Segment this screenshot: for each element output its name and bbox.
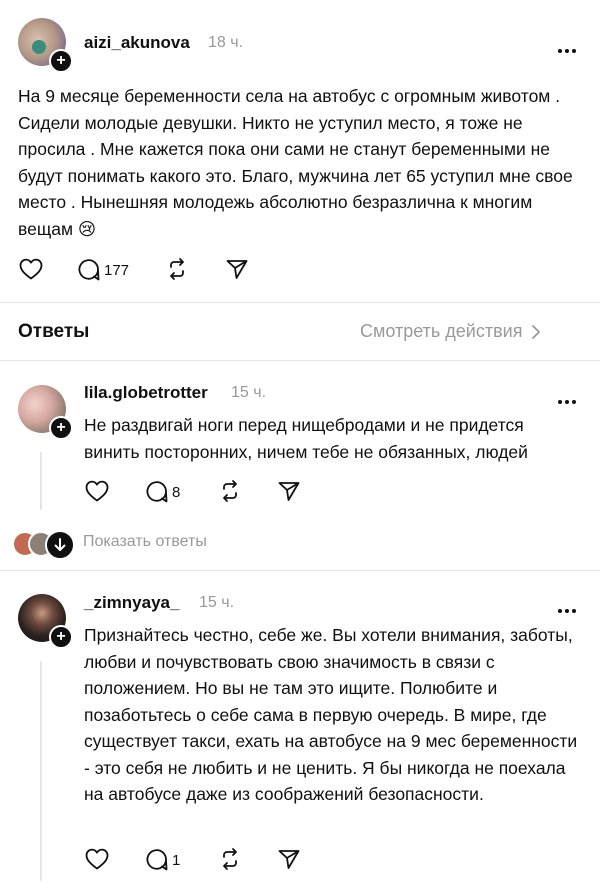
comment-icon	[146, 849, 168, 871]
reply-button[interactable]: 8	[145, 480, 180, 504]
reply-count: 177	[104, 261, 130, 279]
reply-time: 15 ч.	[231, 384, 267, 401]
replies-title: Ответы	[18, 321, 90, 342]
share-button[interactable]	[225, 257, 249, 281]
send-icon	[278, 850, 300, 869]
show-replies-label: Показать ответы	[83, 533, 207, 550]
divider	[0, 570, 600, 571]
reply-username[interactable]: lila.globetrotter	[84, 383, 208, 403]
comment-icon	[78, 259, 100, 281]
chevron-right-icon	[532, 324, 541, 339]
reply-username[interactable]: _zimnyaya_	[84, 593, 179, 613]
repost-button[interactable]	[218, 847, 242, 871]
heart-icon	[85, 480, 109, 502]
post-time: 18 ч.	[208, 34, 244, 51]
comment-icon	[146, 481, 168, 503]
more-options-icon[interactable]	[558, 600, 580, 613]
more-options-icon[interactable]	[558, 391, 580, 404]
follow-plus-icon[interactable]: +	[49, 416, 73, 440]
post-username[interactable]: aizi_akunova	[84, 33, 190, 53]
reply-count: 1	[172, 851, 181, 869]
heart-icon	[85, 848, 109, 870]
arrow-down-icon	[45, 530, 75, 560]
like-button[interactable]	[85, 480, 109, 502]
follow-plus-icon[interactable]: +	[49, 625, 73, 649]
reply-text: Не раздвигай ноги перед нищебродами и не…	[84, 415, 528, 462]
view-actions-link[interactable]: Смотреть действия	[360, 321, 542, 342]
reply-count: 8	[172, 483, 181, 501]
reply-text: Признайтесь честно, себе же. Вы хотели в…	[84, 625, 578, 804]
like-button[interactable]	[19, 258, 43, 280]
heart-icon	[19, 258, 43, 280]
follow-plus-icon[interactable]: +	[49, 49, 73, 73]
thread-line	[40, 452, 42, 510]
show-replies-row[interactable]: Показать ответы	[12, 530, 312, 560]
view-actions-label: Смотреть действия	[360, 321, 523, 341]
send-icon	[226, 260, 248, 279]
repost-icon	[170, 258, 184, 280]
repost-icon	[223, 480, 237, 502]
divider	[0, 360, 600, 361]
thread-line	[40, 661, 42, 881]
more-options-icon[interactable]	[558, 40, 580, 53]
divider	[0, 302, 600, 303]
share-button[interactable]	[277, 847, 301, 871]
repost-button[interactable]	[165, 257, 189, 281]
reply-button[interactable]: 177	[77, 258, 129, 282]
repost-icon	[223, 848, 237, 870]
like-button[interactable]	[85, 848, 109, 870]
share-button[interactable]	[277, 479, 301, 503]
send-icon	[278, 482, 300, 501]
reply-button[interactable]: 1	[145, 848, 180, 872]
reply-time: 15 ч.	[199, 594, 235, 611]
post-text: На 9 месяце беременности села на автобус…	[18, 86, 573, 239]
repost-button[interactable]	[218, 479, 242, 503]
